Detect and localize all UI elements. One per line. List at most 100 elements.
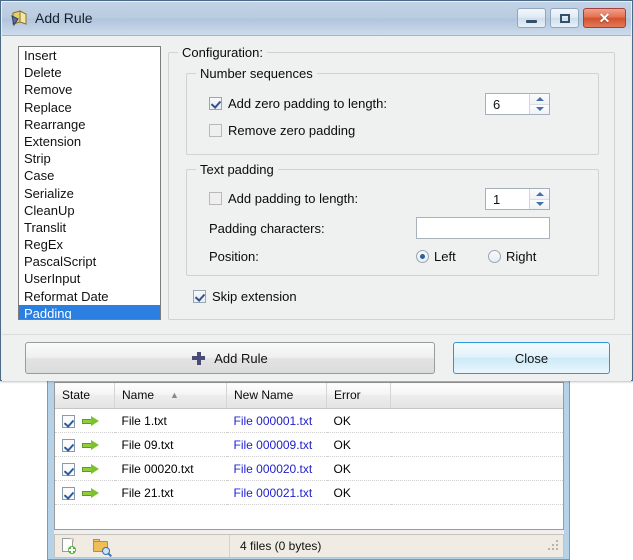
dialog-button-bar: Add Rule Close bbox=[2, 334, 631, 381]
row-name-cell: File 21.txt bbox=[114, 480, 227, 505]
resize-grip[interactable] bbox=[548, 540, 560, 552]
rule-list-item-case[interactable]: Case bbox=[19, 167, 160, 184]
plus-icon bbox=[192, 351, 206, 365]
row-state-cell[interactable] bbox=[55, 432, 115, 457]
position-left-label: Left bbox=[434, 249, 456, 264]
add-rule-button-label: Add Rule bbox=[214, 350, 268, 366]
minimize-button[interactable] bbox=[517, 8, 546, 28]
remove-zero-padding-row[interactable]: Remove zero padding bbox=[209, 123, 355, 138]
row-error-cell: OK bbox=[326, 456, 391, 481]
file-table-header: State Name ▲ New Name Error bbox=[55, 383, 563, 409]
skip-extension-checkbox[interactable] bbox=[193, 290, 206, 303]
remove-zero-padding-checkbox[interactable] bbox=[209, 124, 222, 137]
rule-list-item-insert[interactable]: Insert bbox=[19, 47, 160, 64]
file-table-body: File 1.txt File 000001.txt OK File 09.tx… bbox=[55, 408, 563, 505]
row-checkbox[interactable] bbox=[62, 438, 75, 452]
sort-ascending-icon: ▲ bbox=[170, 390, 179, 400]
column-header-new-name-label: New Name bbox=[234, 388, 294, 402]
row-checkbox[interactable] bbox=[62, 414, 75, 428]
zero-padding-length-buttons bbox=[529, 94, 549, 114]
position-right-option[interactable]: Right bbox=[488, 249, 536, 264]
position-right-radio[interactable] bbox=[488, 250, 501, 263]
text-padding-title: Text padding bbox=[196, 162, 278, 177]
rule-list-item-extension[interactable]: Extension bbox=[19, 133, 160, 150]
close-button[interactable]: ✕ bbox=[583, 8, 626, 28]
column-header-state-label: State bbox=[62, 388, 91, 402]
add-rule-button[interactable]: Add Rule bbox=[25, 342, 435, 374]
table-row[interactable]: File 21.txt File 000021.txt OK bbox=[55, 480, 563, 505]
column-header-error-label: Error bbox=[334, 388, 361, 402]
row-new-name-cell: File 000001.txt bbox=[226, 408, 327, 433]
padding-length-down-button[interactable] bbox=[530, 199, 549, 209]
position-left-radio[interactable] bbox=[416, 250, 429, 263]
status-bar-summary: 4 files (0 bytes) bbox=[240, 539, 322, 553]
table-row[interactable]: File 1.txt File 000001.txt OK bbox=[55, 408, 563, 433]
column-header-state[interactable]: State bbox=[55, 383, 115, 409]
row-state-cell[interactable] bbox=[55, 480, 115, 505]
zero-padding-length-up-button[interactable] bbox=[530, 94, 549, 105]
rule-list-item-remove[interactable]: Remove bbox=[19, 81, 160, 98]
rule-list-item-rearrange[interactable]: Rearrange bbox=[19, 116, 160, 133]
rule-list-item-cleanup[interactable]: CleanUp bbox=[19, 202, 160, 219]
row-checkbox[interactable] bbox=[62, 486, 75, 500]
zero-padding-length-stepper[interactable]: 6 bbox=[485, 93, 550, 115]
add-rule-icon bbox=[11, 10, 27, 27]
browse-folder-icon[interactable] bbox=[93, 538, 110, 555]
row-filler-cell bbox=[390, 408, 563, 433]
dialog-body: Insert Delete Remove Replace Rearrange E… bbox=[2, 36, 631, 381]
skip-extension-row[interactable]: Skip extension bbox=[193, 289, 297, 304]
rule-list-item-reformat-date[interactable]: Reformat Date bbox=[19, 288, 160, 305]
column-header-new-name[interactable]: New Name bbox=[226, 383, 327, 409]
file-list-window-client: State Name ▲ New Name Error File 1.txt Fi… bbox=[54, 382, 564, 558]
maximize-button[interactable] bbox=[550, 8, 579, 28]
chevron-up-icon bbox=[535, 96, 544, 101]
file-list-window: State Name ▲ New Name Error File 1.txt Fi… bbox=[47, 378, 570, 560]
rule-list-item-pascalscript[interactable]: PascalScript bbox=[19, 253, 160, 270]
row-error-cell: OK bbox=[326, 432, 391, 457]
add-zero-padding-checkbox[interactable] bbox=[209, 97, 222, 110]
minimize-icon bbox=[526, 20, 537, 23]
rule-list-item-regex[interactable]: RegEx bbox=[19, 236, 160, 253]
row-arrow-icon bbox=[82, 487, 99, 499]
dialog-title-bar[interactable]: Add Rule ✕ bbox=[2, 2, 631, 36]
status-bar-icons bbox=[55, 535, 230, 557]
row-state-cell[interactable] bbox=[55, 456, 115, 481]
rule-list-item-replace[interactable]: Replace bbox=[19, 99, 160, 116]
number-sequences-title: Number sequences bbox=[196, 66, 317, 81]
rule-list-item-serialize[interactable]: Serialize bbox=[19, 185, 160, 202]
add-padding-row[interactable]: Add padding to length: bbox=[209, 191, 358, 206]
rule-list-item-padding[interactable]: Padding bbox=[19, 304, 160, 319]
rule-list-item-translit[interactable]: Translit bbox=[19, 219, 160, 236]
column-header-name[interactable]: Name ▲ bbox=[114, 383, 227, 409]
zero-padding-length-down-button[interactable] bbox=[530, 104, 549, 114]
row-filler-cell bbox=[390, 480, 563, 505]
add-padding-checkbox[interactable] bbox=[209, 192, 222, 205]
text-padding-group: Text padding Add padding to length: 1 Pa… bbox=[186, 162, 599, 276]
zero-padding-length-value[interactable]: 6 bbox=[486, 94, 529, 114]
rule-type-list[interactable]: Insert Delete Remove Replace Rearrange E… bbox=[18, 46, 161, 320]
table-row[interactable]: File 00020.txt File 000020.txt OK bbox=[55, 456, 563, 481]
padding-length-value[interactable]: 1 bbox=[486, 189, 529, 209]
table-row[interactable]: File 09.txt File 000009.txt OK bbox=[55, 432, 563, 457]
skip-extension-label: Skip extension bbox=[212, 289, 297, 304]
position-left-option[interactable]: Left bbox=[416, 249, 456, 264]
close-dialog-button[interactable]: Close bbox=[453, 342, 610, 374]
padding-length-stepper[interactable]: 1 bbox=[485, 188, 550, 210]
padding-characters-row: Padding characters: bbox=[209, 221, 325, 236]
rule-list-item-strip[interactable]: Strip bbox=[19, 150, 160, 167]
configuration-group-title: Configuration: bbox=[178, 45, 267, 60]
add-zero-padding-row[interactable]: Add zero padding to length: bbox=[209, 96, 387, 111]
column-header-name-label: Name bbox=[122, 388, 155, 402]
row-new-name-cell: File 000021.txt bbox=[226, 480, 327, 505]
row-state-cell[interactable] bbox=[55, 408, 115, 433]
rule-list-item-delete[interactable]: Delete bbox=[19, 64, 160, 81]
column-header-error[interactable]: Error bbox=[326, 383, 391, 409]
padding-length-up-button[interactable] bbox=[530, 189, 549, 200]
add-rule-dialog: Add Rule ✕ Insert Delete Remove Replace … bbox=[0, 0, 633, 381]
padding-characters-input[interactable] bbox=[416, 217, 550, 239]
rule-list-item-userinput[interactable]: UserInput bbox=[19, 270, 160, 287]
file-grid[interactable]: State Name ▲ New Name Error File 1.txt Fi… bbox=[54, 382, 564, 530]
row-checkbox[interactable] bbox=[62, 462, 75, 476]
row-filler-cell bbox=[390, 456, 563, 481]
new-file-icon[interactable] bbox=[61, 538, 77, 554]
